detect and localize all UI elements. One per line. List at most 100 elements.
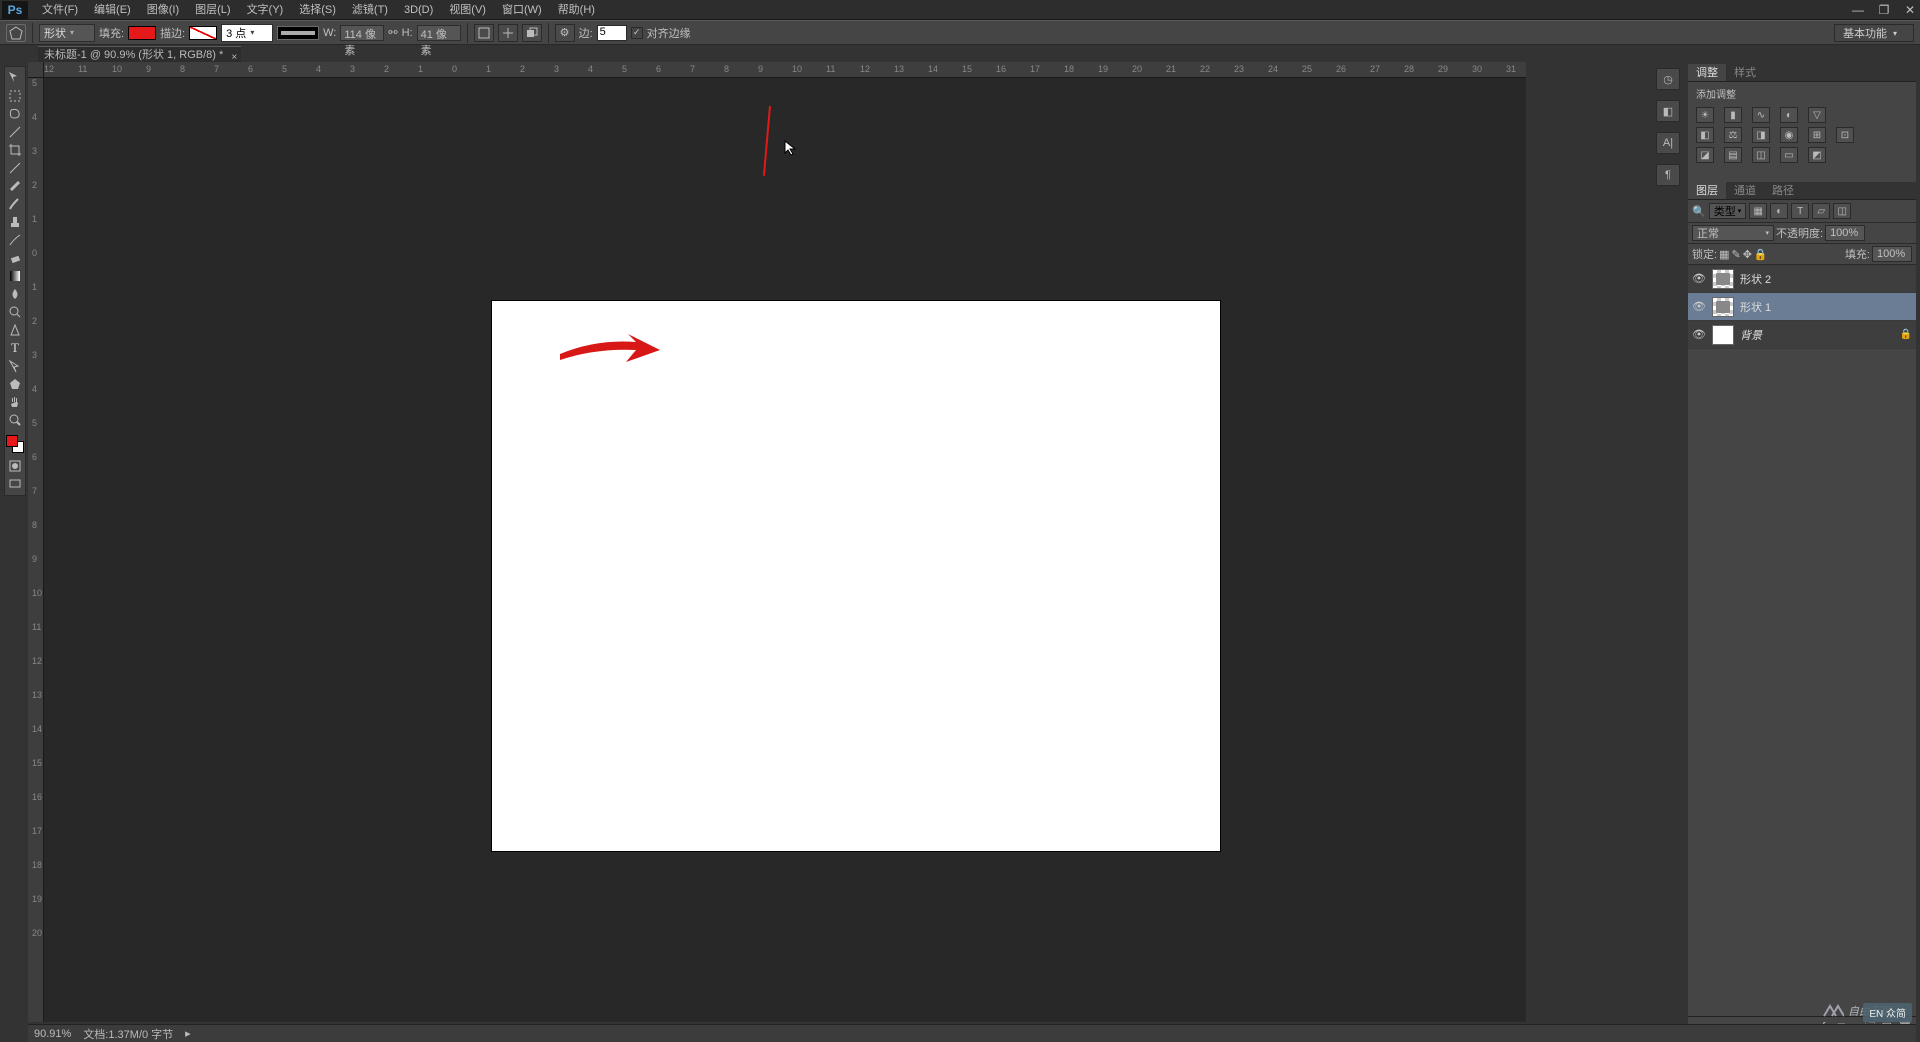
width-input[interactable]: 114 像素: [340, 25, 384, 41]
invert-icon[interactable]: ◪: [1696, 147, 1714, 163]
eraser-tool[interactable]: [5, 249, 25, 267]
layer-row[interactable]: 👁 背景 🔒: [1688, 321, 1916, 349]
lock-pixels-icon[interactable]: ✎: [1731, 248, 1740, 261]
path-arrangement-button[interactable]: [522, 24, 542, 42]
layer-thumbnail[interactable]: [1712, 297, 1734, 317]
visibility-toggle[interactable]: 👁: [1692, 300, 1706, 314]
stroke-width-dropdown[interactable]: 3 点▾: [221, 24, 273, 42]
minimize-button[interactable]: —: [1850, 3, 1866, 17]
lasso-tool[interactable]: [5, 105, 25, 123]
paragraph-panel-icon[interactable]: ¶: [1656, 164, 1680, 186]
menu-select[interactable]: 选择(S): [291, 0, 344, 20]
menu-3d[interactable]: 3D(D): [396, 0, 441, 20]
pen-tool[interactable]: [5, 321, 25, 339]
quick-mask-toggle[interactable]: [5, 457, 25, 475]
zoom-level[interactable]: 90.91%: [34, 1028, 71, 1040]
adjustments-tab[interactable]: 调整: [1688, 64, 1726, 81]
properties-panel-icon[interactable]: ◧: [1656, 100, 1680, 122]
menu-window[interactable]: 窗口(W): [494, 0, 550, 20]
layer-thumbnail[interactable]: [1712, 269, 1734, 289]
layers-tab[interactable]: 图层: [1688, 182, 1726, 199]
layer-name[interactable]: 形状 1: [1740, 299, 1771, 315]
opacity-input[interactable]: 100%: [1825, 225, 1865, 241]
lock-all-icon[interactable]: 🔒: [1754, 248, 1768, 261]
bw-icon[interactable]: ◨: [1752, 127, 1770, 143]
exposure-icon[interactable]: ◐: [1780, 107, 1798, 123]
channels-tab[interactable]: 通道: [1726, 182, 1764, 199]
gradient-map-icon[interactable]: ▭: [1780, 147, 1798, 163]
menu-view[interactable]: 视图(V): [441, 0, 494, 20]
crop-tool[interactable]: [5, 141, 25, 159]
menu-filter[interactable]: 滤镜(T): [344, 0, 396, 20]
levels-icon[interactable]: ▮: [1724, 107, 1742, 123]
horizontal-ruler[interactable]: 1211109876543210123456789101112131415161…: [44, 62, 1526, 78]
brightness-icon[interactable]: ☀: [1696, 107, 1714, 123]
vibrance-icon[interactable]: ▽: [1808, 107, 1826, 123]
stroke-style-dropdown[interactable]: [277, 26, 319, 40]
curves-icon[interactable]: ∿: [1752, 107, 1770, 123]
path-selection-tool[interactable]: [5, 357, 25, 375]
link-icon[interactable]: ⚯: [388, 26, 397, 39]
menu-image[interactable]: 图像(I): [139, 0, 187, 20]
menu-layer[interactable]: 图层(L): [187, 0, 238, 20]
filter-smart-icon[interactable]: ◫: [1833, 203, 1851, 219]
move-tool[interactable]: [5, 69, 25, 87]
blur-tool[interactable]: [5, 285, 25, 303]
layer-name[interactable]: 背景: [1740, 327, 1762, 343]
history-panel-icon[interactable]: ◷: [1656, 68, 1680, 90]
canvas[interactable]: [492, 301, 1220, 851]
layer-thumbnail[interactable]: [1712, 325, 1734, 345]
polygon-tool-icon[interactable]: [6, 24, 26, 42]
brush-tool[interactable]: [5, 195, 25, 213]
styles-tab[interactable]: 样式: [1726, 64, 1764, 81]
filter-type-icon[interactable]: T: [1791, 203, 1809, 219]
status-arrow-icon[interactable]: ▸: [185, 1027, 191, 1040]
arrow-shape[interactable]: [556, 330, 666, 378]
zoom-tool[interactable]: [5, 411, 25, 429]
marquee-tool[interactable]: [5, 87, 25, 105]
workspace-switcher[interactable]: 基本功能▾: [1834, 24, 1914, 42]
dodge-tool[interactable]: [5, 303, 25, 321]
layer-row[interactable]: 👁 形状 1: [1688, 293, 1916, 321]
document-info[interactable]: 文档:1.37M/0 字节: [83, 1026, 173, 1042]
close-button[interactable]: ✕: [1902, 3, 1918, 17]
color-swatches[interactable]: [6, 435, 24, 453]
lock-position-icon[interactable]: ✥: [1743, 248, 1752, 261]
align-edges-checkbox[interactable]: ✓: [631, 27, 643, 39]
shape-mode-dropdown[interactable]: 形状▾: [39, 24, 95, 42]
layer-row[interactable]: 👁 形状 2: [1688, 265, 1916, 293]
filter-pixel-icon[interactable]: ▦: [1749, 203, 1767, 219]
selective-color-icon[interactable]: ◩: [1808, 147, 1826, 163]
type-tool[interactable]: T: [5, 339, 25, 357]
healing-tool[interactable]: [5, 177, 25, 195]
fill-swatch[interactable]: [128, 26, 156, 40]
visibility-toggle[interactable]: 👁: [1692, 272, 1706, 286]
photo-filter-icon[interactable]: ◉: [1780, 127, 1798, 143]
height-input[interactable]: 41 像素: [417, 25, 461, 41]
hand-tool[interactable]: [5, 393, 25, 411]
search-icon[interactable]: 🔍: [1692, 205, 1706, 218]
sides-input[interactable]: 5: [597, 25, 627, 41]
ruler-origin[interactable]: [28, 62, 44, 78]
magic-wand-tool[interactable]: [5, 123, 25, 141]
vertical-ruler[interactable]: 5432101234567891011121314151617181920: [28, 78, 44, 1022]
stroke-swatch[interactable]: [189, 26, 217, 40]
gradient-tool[interactable]: [5, 267, 25, 285]
fill-input[interactable]: 100%: [1872, 246, 1912, 262]
lookup-icon[interactable]: ⊡: [1836, 127, 1854, 143]
path-operations-button[interactable]: [474, 24, 494, 42]
path-alignment-button[interactable]: [498, 24, 518, 42]
layer-name[interactable]: 形状 2: [1740, 271, 1771, 287]
menu-bar[interactable]: Ps 文件(F) 编辑(E) 图像(I) 图层(L) 文字(Y) 选择(S) 滤…: [0, 0, 1920, 20]
maximize-button[interactable]: ❐: [1876, 3, 1892, 17]
paths-tab[interactable]: 路径: [1764, 182, 1802, 199]
color-balance-icon[interactable]: ⚖: [1724, 127, 1742, 143]
hue-icon[interactable]: ◧: [1696, 127, 1714, 143]
lock-transparent-icon[interactable]: ▦: [1719, 248, 1729, 261]
blend-mode-dropdown[interactable]: 正常▾: [1692, 225, 1774, 241]
menu-type[interactable]: 文字(Y): [239, 0, 292, 20]
menu-file[interactable]: 文件(F): [34, 0, 86, 20]
menu-help[interactable]: 帮助(H): [550, 0, 603, 20]
visibility-toggle[interactable]: 👁: [1692, 328, 1706, 342]
eyedropper-tool[interactable]: [5, 159, 25, 177]
